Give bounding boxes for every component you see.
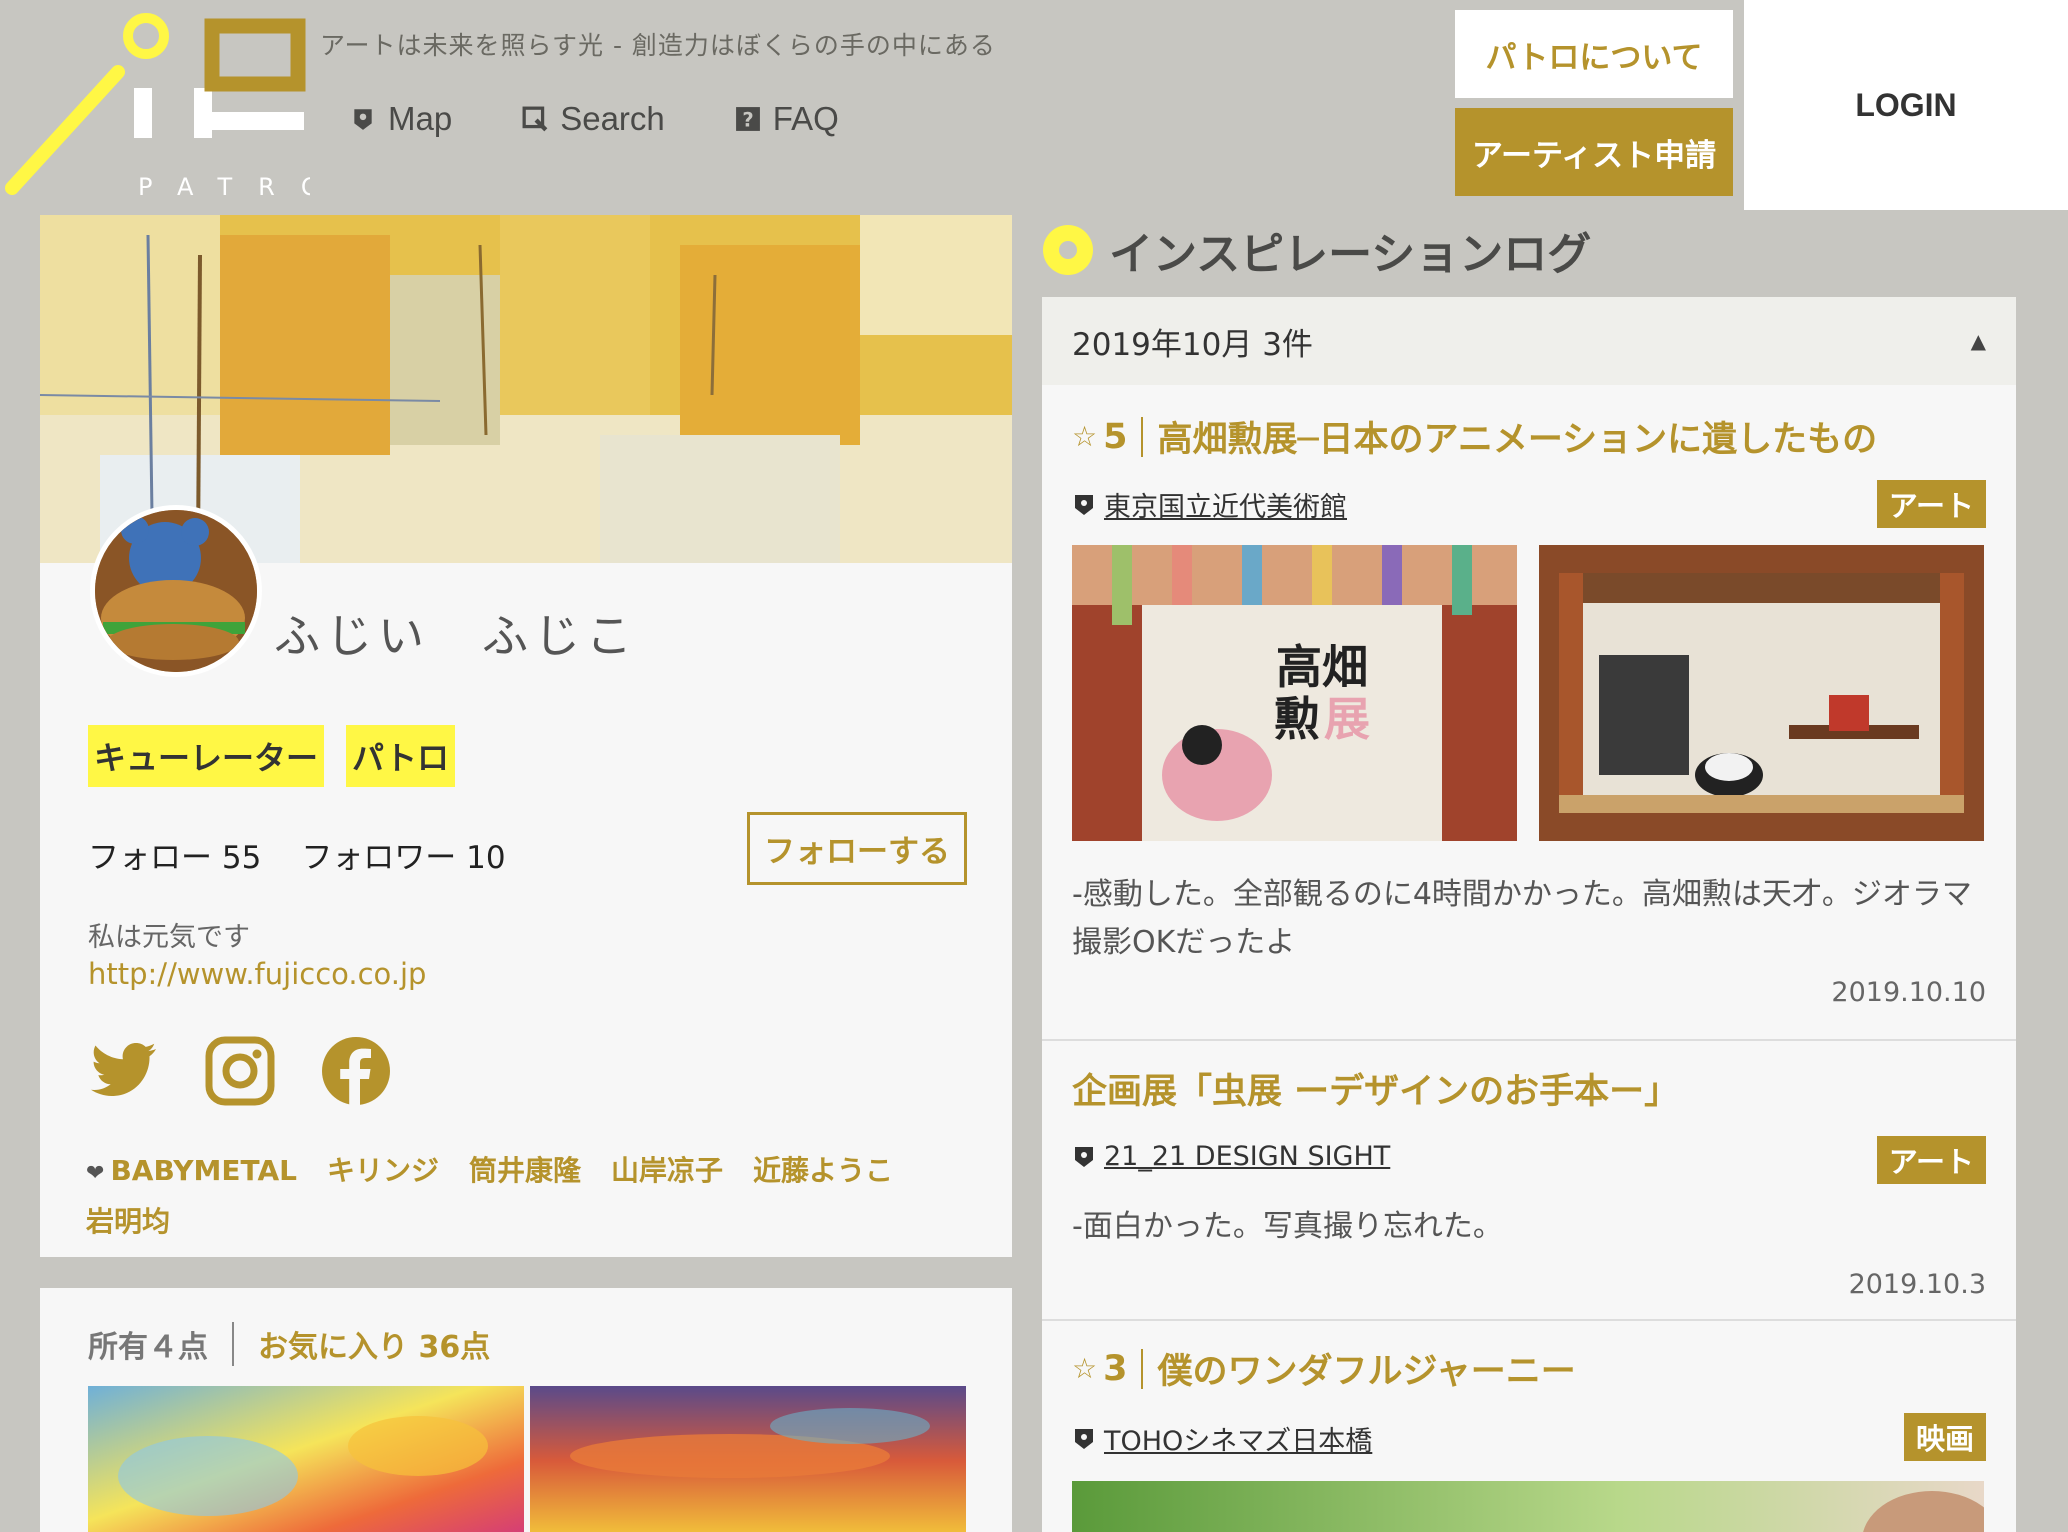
star-icon: ☆ [1072,1352,1098,1385]
artwork-thumbnail[interactable] [88,1386,524,1532]
entry-date: 2019.10.10 [1831,977,1986,1008]
log-entry: 企画展「虫展 ーデザインのお手本ー」 21_21 DESIGN SIGHT アー… [1042,1041,2016,1321]
liked-artist[interactable]: 岩明均 [86,1205,170,1238]
role-badges: キューレーター パトロ [88,725,455,787]
log-title-text: インスピレーションログ [1109,229,1592,280]
section-dot-icon [1043,225,1093,275]
entry-title[interactable]: 企画展「虫展 ーデザインのお手本ー」 [1072,1063,1679,1114]
liked-artist[interactable]: BABYMETAL [110,1154,297,1187]
month-accordion-header[interactable]: 2019年10月 3件 ▲ [1042,297,2016,385]
category-badge[interactable]: アート [1876,1136,1986,1184]
instagram-icon[interactable] [204,1035,276,1107]
search-icon [522,106,548,132]
bio-text: 私は元気です [88,922,250,953]
tagline: アートは未来を照らす光 - 創造力はぼくらの手の中にある [320,31,996,60]
follow-button[interactable]: フォローする [747,812,967,885]
patro-logo[interactable]: PATRO [0,0,320,205]
entry-title[interactable]: 僕のワンダフルジャーニー [1157,1343,1575,1394]
artist-apply-button[interactable]: アーティスト申請 [1455,108,1733,196]
venue-pin-icon [1075,494,1093,515]
social-links [88,1035,392,1107]
entry-venue[interactable]: 21_21 DESIGN SIGHT [1074,1141,1390,1172]
log-entry: ☆ 3 僕のワンダフルジャーニー TOHOシネマズ日本橋 映画 [1042,1321,2016,1532]
entry-venue[interactable]: 東京国立近代美術館 [1074,485,1347,524]
entry-date: 2019.10.3 [1848,1269,1986,1300]
nav-search-label: Search [560,100,665,137]
venue-name: TOHOシネマズ日本橋 [1104,1426,1373,1457]
liked-artist[interactable]: 山岸凉子 [611,1154,723,1187]
facebook-icon[interactable] [320,1035,392,1107]
logo-text: PATRO [138,173,310,201]
entry-comment: -感動した。全部観るのに4時間かかった。高畑勲は天才。ジオラマ撮影OKだったよ [1072,877,1972,960]
collection-card: 所有４点 お気に入り 36点 [40,1288,1012,1532]
profile-card: ふじい ふじこ キューレーター パトロ フォロー 55 フォロワー 10 フォロ… [40,215,1012,1257]
rating-value: 3 [1103,1348,1128,1389]
tab-owned[interactable]: 所有４点 [88,1322,234,1366]
entry-photo[interactable]: 高畑 勲 展 [1072,545,1517,841]
log-list: ☆ 5 高畑勲展─日本のアニメーションに遺したもの 東京国立近代美術館 アート [1042,385,2016,1532]
nav-faq-label: FAQ [772,100,839,137]
nav-faq[interactable]: ? FAQ [735,100,839,138]
avatar [90,505,262,677]
map-pin-icon [354,109,372,130]
category-badge[interactable]: 映画 [1903,1413,1986,1461]
faq-icon: ? [735,107,760,132]
entry-header: ☆ 5 高畑勲展─日本のアニメーションに遺したもの [1072,411,1877,462]
entry-header: 企画展「虫展 ーデザインのお手本ー」 [1072,1063,1679,1114]
about-patro-button[interactable]: パトロについて [1455,10,1733,98]
entry-comment: -面白かった。写真撮り忘れた。 [1072,1209,1503,1244]
role-badge-patro: パトロ [346,725,455,787]
heart-icon: ❤ [86,1161,105,1186]
liked-artist[interactable]: 筒井康隆 [469,1154,581,1187]
profile-name: ふじい ふじこ [274,609,638,663]
inspiration-log-title: インスピレーションログ [1043,218,1591,282]
collection-tabs: 所有４点 お気に入り 36点 [88,1322,490,1366]
website-link[interactable]: http://www.fujicco.co.jp [88,957,426,991]
venue-pin-icon [1075,1428,1093,1449]
follow-stats: フォロー 55 フォロワー 10 [88,832,506,877]
nav-map-label: Map [388,100,453,137]
log-entry: ☆ 5 高畑勲展─日本のアニメーションに遺したもの 東京国立近代美術館 アート [1042,385,2016,1041]
svg-text:?: ? [742,109,753,132]
follower-count[interactable]: フォロワー 10 [301,832,505,877]
category-badge[interactable]: アート [1876,480,1986,528]
rating-value: 5 [1103,416,1128,457]
collapse-triangle-icon[interactable]: ▲ [1971,329,1986,353]
month-label: 2019年10月 3件 [1072,326,1313,363]
venue-name: 21_21 DESIGN SIGHT [1104,1141,1391,1172]
entry-title[interactable]: 高畑勲展─日本のアニメーションに遺したもの [1157,411,1877,462]
poster-title-3: 展 [1324,692,1370,746]
twitter-icon[interactable] [88,1035,160,1107]
poster-title-2: 勲 [1274,692,1320,746]
tab-favorites[interactable]: お気に入り 36点 [234,1322,490,1366]
artwork-thumbnail[interactable] [530,1386,966,1532]
entry-rating: ☆ 3 [1072,1348,1144,1389]
role-badge-curator: キューレーター [88,725,325,787]
main-nav: Map Search ? FAQ [350,100,839,138]
following-count[interactable]: フォロー 55 [88,832,261,877]
venue-name: 東京国立近代美術館 [1104,492,1347,523]
liked-artists: ❤ BABYMETAL キリンジ 筒井康隆 山岸凉子 近藤ようこ岩明均 [86,1147,966,1246]
poster-title-1: 高畑 [1276,640,1368,694]
liked-artist[interactable]: 近藤ようこ [753,1154,893,1187]
nav-map[interactable]: Map [350,100,452,138]
star-icon: ☆ [1072,420,1098,453]
liked-artist[interactable]: キリンジ [327,1154,439,1187]
entry-venue[interactable]: TOHOシネマズ日本橋 [1074,1419,1372,1458]
entry-photo[interactable] [1539,545,1984,841]
entry-header: ☆ 3 僕のワンダフルジャーニー [1072,1343,1576,1394]
nav-search[interactable]: Search [522,100,665,138]
entry-photo[interactable] [1072,1481,1984,1532]
login-button[interactable]: LOGIN [1744,0,2068,210]
venue-pin-icon [1075,1146,1093,1167]
entry-rating: ☆ 5 [1072,416,1144,457]
